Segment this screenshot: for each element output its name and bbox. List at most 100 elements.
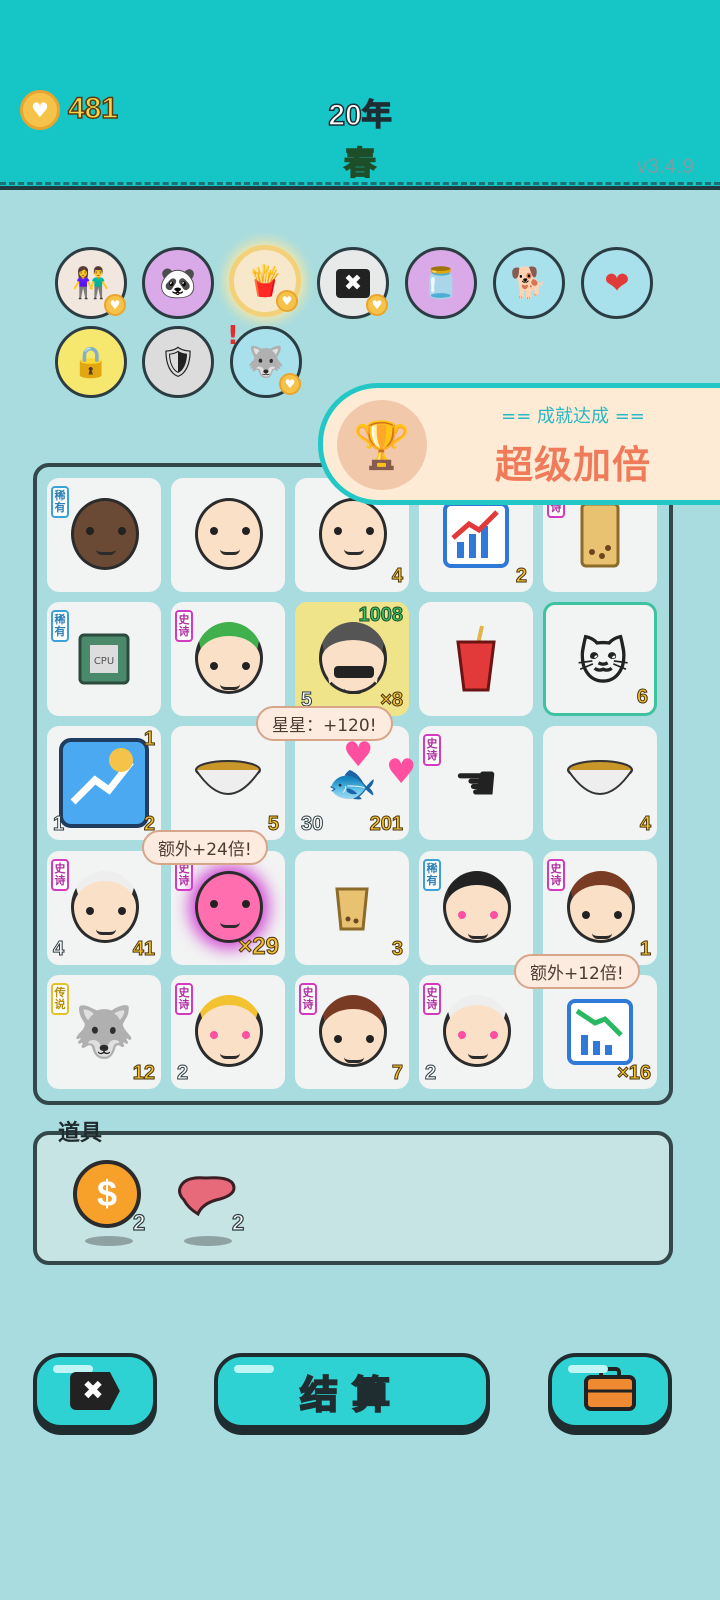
man-heart-eyes-icon [443, 871, 511, 943]
man-face-icon [319, 498, 387, 570]
version-label: v3.4.9 [636, 155, 694, 178]
board-cell[interactable] [171, 478, 285, 592]
briefcase-icon [583, 1367, 637, 1415]
king-old-man-icon [195, 995, 263, 1067]
bag-button[interactable] [548, 1353, 672, 1429]
board-cell[interactable]: 史诗 ×29 [171, 851, 285, 965]
stars-bonus-bubble: 星星：+120! [256, 706, 393, 741]
board-cell[interactable]: 稀有 CPU [47, 602, 161, 716]
board-cell[interactable]: 5 [171, 726, 285, 840]
trophy-icon: 🏆 [337, 400, 427, 490]
man-green-cap-icon [195, 622, 263, 694]
discard-button[interactable]: ✖ [33, 1353, 157, 1429]
board-cell[interactable] [419, 602, 533, 716]
cancel-tag-icon: ✖ [70, 1372, 120, 1410]
achievement-banner: 🏆 == 成就达成 == 超级加倍 [318, 383, 720, 505]
buff-husky-icon[interactable]: ! 🐺 ♥ [227, 321, 302, 398]
board-cell[interactable]: 传说 🐺 12 [47, 975, 161, 1089]
man-bucket-hat-icon [71, 498, 139, 570]
rarity-tag: 史诗 [175, 983, 193, 1015]
cell-value: 4 [639, 813, 651, 836]
board-cell[interactable]: 稀有 [419, 851, 533, 965]
cat-icon: 🐱 [576, 633, 630, 691]
settle-label: 结算 [299, 1372, 404, 1418]
board-cell[interactable]: 稀有 [47, 478, 161, 592]
heart-badge-icon: ♥ [366, 294, 388, 316]
husky-king-icon: 🐺 [72, 1002, 136, 1061]
rarity-tag: 史诗 [299, 983, 317, 1015]
old-man-icon [71, 871, 139, 943]
buff-shield-icon[interactable]: 🛡 [142, 326, 214, 398]
chart-down-icon [565, 997, 635, 1067]
buff-jar-icon[interactable]: 🫙 [405, 247, 477, 319]
board-cell[interactable]: 史诗 2 [419, 975, 533, 1089]
dollar-coin-icon: $ [73, 1160, 141, 1228]
buff-safe-icon[interactable]: 🔒 [55, 326, 127, 398]
cell-value-top: 1 [143, 728, 155, 751]
thief-icon [319, 622, 387, 694]
board-cell[interactable]: 1008 5 ×8 [295, 602, 409, 716]
cell-value-left: 4 [52, 938, 65, 961]
board-cell[interactable]: 史诗 ☚ [419, 726, 533, 840]
cell-value-left: 2 [176, 1062, 189, 1085]
milk-tea-cup-icon [317, 873, 387, 943]
achievement-subtitle: == 成就达成 == [501, 406, 645, 427]
cell-value: 4 [391, 565, 403, 588]
cell-value: 7 [391, 1062, 403, 1085]
board-cell[interactable]: 史诗 1 [543, 851, 657, 965]
cell-value: 6 [636, 686, 648, 709]
heart-badge-icon: ♥ [104, 294, 126, 316]
board-cell[interactable]: 🐱 6 [543, 602, 657, 716]
rarity-tag: 稀有 [51, 486, 69, 518]
prop-coin[interactable]: $ 2 [73, 1160, 146, 1246]
girl-braids-icon [567, 871, 635, 943]
buff-cancel-tag-icon[interactable]: ✖ ♥ [317, 247, 389, 319]
board-cell[interactable]: 1 1 2 [47, 726, 161, 840]
board-cell[interactable]: ×16 [543, 975, 657, 1089]
cell-value: 1 [639, 938, 651, 961]
board-cell[interactable]: 史诗 7 [295, 975, 409, 1089]
prop-count: 2 [132, 1209, 146, 1235]
board-cell[interactable]: 史诗 2 [171, 975, 285, 1089]
board-cell[interactable]: 史诗 4 41 [47, 851, 161, 965]
buff-dog-icon[interactable]: 🐕 [493, 247, 565, 319]
shadow [85, 1236, 133, 1246]
prop-count: 2 [231, 1209, 245, 1235]
season-label: 春 [343, 143, 377, 183]
buff-fries-icon[interactable]: 🍟 ♥ [229, 245, 301, 317]
rarity-tag: 史诗 [423, 734, 441, 766]
pointing-hand-icon: ☚ [453, 754, 499, 812]
rarity-tag: 史诗 [547, 859, 565, 891]
rarity-tag: 史诗 [423, 983, 441, 1015]
extra-multiplier-bubble: 额外+12倍! [514, 954, 640, 989]
cell-value: 41 [132, 938, 155, 961]
cell-value-left: 30 [300, 813, 324, 836]
board-cell[interactable]: 4 [543, 726, 657, 840]
soda-cup-icon [441, 624, 511, 694]
year-label: 20年 [328, 98, 393, 133]
props-title: 道具 [58, 1121, 103, 1146]
liver-icon [176, 1174, 238, 1220]
heart-badge-icon: ♥ [279, 373, 301, 395]
soup-bowl-icon [565, 748, 635, 818]
heart-badge-icon: ♥ [276, 290, 298, 312]
prop-liver[interactable]: 2 [172, 1160, 245, 1246]
girl-face-icon [319, 995, 387, 1067]
old-man-glasses-icon [195, 498, 263, 570]
old-man-pink-glasses-icon [443, 995, 511, 1067]
rarity-tag: 稀有 [423, 859, 441, 891]
rarity-tag: 史诗 [51, 859, 69, 891]
cell-multiplier: ×16 [617, 1062, 652, 1085]
board-cell[interactable]: 3 [295, 851, 409, 965]
cell-value-left: 1 [52, 813, 65, 836]
buff-couple-icon[interactable]: 👫 ♥ [55, 247, 127, 319]
cell-value-left: 2 [424, 1062, 437, 1085]
settle-button[interactable]: 结算 [214, 1353, 490, 1429]
rarity-tag: 稀有 [51, 610, 69, 642]
buff-heart-icon[interactable]: ❤ [581, 247, 653, 319]
board-cell[interactable]: 史诗 [171, 602, 285, 716]
cell-value: 201 [369, 813, 403, 836]
cell-value: 5 [267, 813, 279, 836]
heart-icon: ♥ [343, 735, 374, 775]
buff-panda-icon[interactable]: 🐼 [142, 247, 214, 319]
